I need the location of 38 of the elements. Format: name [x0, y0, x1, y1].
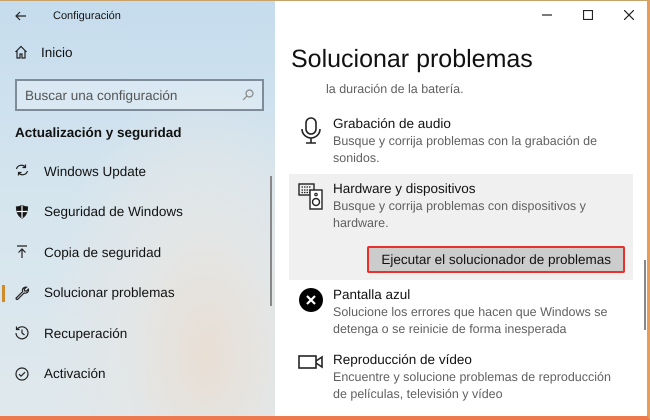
- keyboard-speaker-icon: [298, 182, 324, 210]
- wrench-icon: [14, 284, 30, 301]
- shield-icon: [14, 204, 30, 220]
- microphone-icon: [300, 117, 322, 145]
- window-title: Configuración: [53, 10, 121, 22]
- scrollbar[interactable]: [644, 260, 646, 330]
- description-text: Busque y corrija problemas con la grabación de sonidos.: [333, 133, 598, 166]
- video-camera-icon: [298, 353, 324, 371]
- sidebar-item[interactable]: Windows Update: [0, 151, 275, 192]
- troubleshooter-title[interactable]: Grabación de audio: [333, 115, 623, 133]
- sidebar-item[interactable]: Recuperación: [0, 313, 275, 354]
- description-text: Busque y corrija problemas con dispositivos y hardware.: [333, 198, 587, 231]
- sidebar-item[interactable]: Copia de seguridad: [0, 232, 275, 272]
- description-text: la duración de la batería.: [325, 81, 465, 98]
- history-icon: [14, 325, 30, 342]
- x-circle-icon: [299, 288, 323, 312]
- troubleshooter-title[interactable]: Pantalla azul: [333, 286, 623, 304]
- upload-arrow-icon: [14, 244, 30, 260]
- description-text: Solucione los errores que hacen que Windows se detenga o se reinicie de forma inesperada: [333, 304, 608, 337]
- sidebar-item[interactable]: Seguridad de Windows: [0, 192, 275, 232]
- home-icon: [14, 45, 28, 59]
- description-text: Encuentre y solucione problemas de reproducción de películas, televisión y vídeo: [333, 369, 612, 402]
- back-arrow-icon[interactable]: [15, 11, 27, 21]
- section-heading: Actualización y seguridad: [14, 124, 183, 142]
- search-field[interactable]: Buscar una configuración: [15, 79, 264, 111]
- troubleshooter-title[interactable]: Reproducción de vídeo: [333, 351, 623, 369]
- run-troubleshooter-button[interactable]: Ejecutar el solucionador de problemas: [367, 246, 625, 273]
- maximize-icon[interactable]: [583, 10, 593, 20]
- home-link[interactable]: Inicio: [0, 33, 275, 71]
- page-heading: Solucionar problemas: [291, 45, 534, 75]
- sidebar-item[interactable]: Solucionar problemas: [0, 272, 275, 313]
- troubleshooter-title: Hardware y dispositivos: [333, 180, 477, 198]
- scrollbar[interactable]: [270, 176, 272, 306]
- close-icon[interactable]: [624, 10, 634, 20]
- sidebar-item[interactable]: Activación: [0, 354, 275, 394]
- search-icon: [242, 89, 254, 101]
- troubleshooter-card[interactable]: Hardware y dispositivos Busque y corrija problemas con dispositivos y hardware. Ejecutar el solucionador de problemas: [289, 174, 633, 280]
- check-circle-icon: [14, 366, 30, 382]
